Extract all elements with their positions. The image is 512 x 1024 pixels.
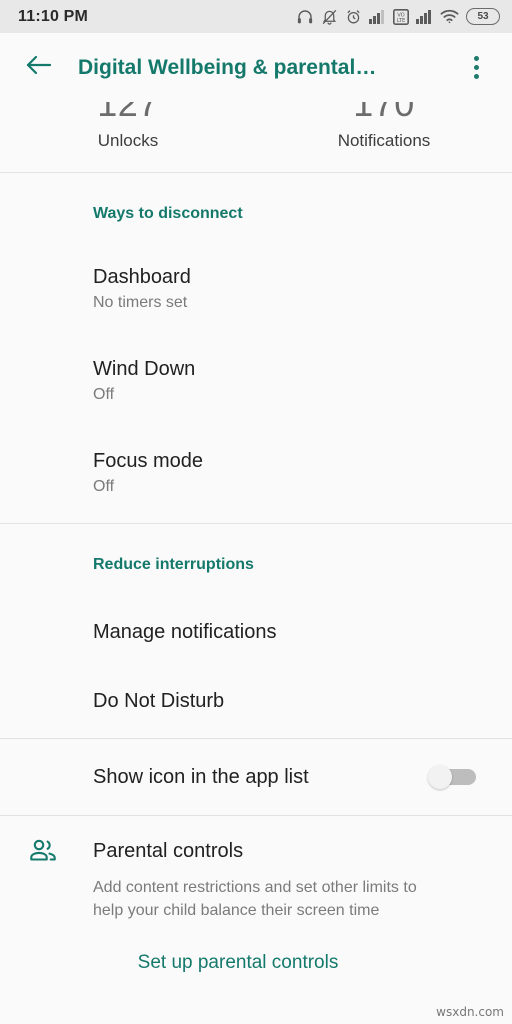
people-group-icon	[28, 838, 64, 864]
overflow-menu-icon[interactable]	[456, 46, 496, 90]
stat-value: 127	[97, 102, 159, 124]
list-item-manage-notifications[interactable]: Manage notifications	[0, 574, 512, 644]
app-bar: Digital Wellbeing & parental…	[0, 33, 512, 102]
list-item-subtitle: Off	[93, 386, 115, 403]
signal-bars-icon	[369, 9, 386, 24]
set-up-parental-controls-button[interactable]: Set up parental controls	[0, 922, 476, 974]
section-header-reduce-interruptions: Reduce interruptions	[93, 556, 254, 573]
list-item-do-not-disturb[interactable]: Do Not Disturb	[0, 644, 512, 738]
usage-stats-strip: 127 Unlocks 170 Notifications	[0, 102, 512, 172]
list-item-wind-down[interactable]: Wind Down Off	[0, 313, 512, 405]
bell-muted-icon	[321, 8, 338, 26]
watermark: wsxdn.com	[436, 1005, 504, 1019]
section-reduce-interruptions: Reduce interruptions Manage notification…	[0, 524, 512, 738]
section-header-ways-to-disconnect: Ways to disconnect	[93, 205, 243, 222]
stat-label: Unlocks	[97, 131, 159, 150]
wifi-icon	[440, 9, 459, 24]
show-icon-label: Show icon in the app list	[93, 765, 309, 788]
phone-screen: 11:10 PM VO LTE 53 Digital Wellbeing & p…	[0, 0, 512, 1024]
stat-unlocks[interactable]: 127 Unlocks	[0, 102, 256, 172]
section-ways-to-disconnect: Ways to disconnect Dashboard No timers s…	[0, 173, 512, 523]
signal-bars-icon	[416, 9, 433, 24]
alarm-clock-icon	[345, 8, 362, 26]
list-item-subtitle: No timers set	[93, 294, 188, 311]
parental-controls-title: Parental controls	[93, 839, 244, 862]
back-button[interactable]	[16, 46, 60, 90]
parental-controls-header: Parental controls	[0, 838, 476, 864]
toggle-knob	[428, 765, 452, 789]
battery-icon: 53	[466, 8, 500, 25]
list-item-dashboard[interactable]: Dashboard No timers set	[0, 223, 512, 313]
list-item-title: Manage notifications	[93, 621, 277, 643]
page-title: Digital Wellbeing & parental…	[78, 55, 377, 79]
stat-notifications[interactable]: 170 Notifications	[256, 102, 512, 172]
battery-level-label: 53	[477, 10, 489, 22]
row-show-icon-in-app-list[interactable]: Show icon in the app list	[0, 739, 512, 815]
status-bar-icons: VO LTE 53	[296, 8, 500, 26]
status-bar-clock: 11:10 PM	[18, 7, 89, 25]
stat-value: 170	[353, 102, 415, 124]
back-arrow-icon	[25, 54, 52, 81]
parental-controls-description: Add content restrictions and set other l…	[93, 879, 417, 919]
section-parental-controls: Parental controls Add content restrictio…	[0, 816, 512, 974]
list-item-title: Do Not Disturb	[93, 690, 225, 712]
list-item-title: Wind Down	[93, 358, 196, 380]
status-bar: 11:10 PM VO LTE 53	[0, 0, 512, 33]
list-item-title: Dashboard	[93, 266, 191, 288]
show-icon-toggle[interactable]	[428, 765, 476, 789]
stat-label: Notifications	[337, 131, 431, 150]
svg-text:LTE: LTE	[397, 18, 406, 24]
volte-icon: VO LTE	[393, 8, 409, 25]
list-item-title: Focus mode	[93, 450, 204, 472]
list-item-focus-mode[interactable]: Focus mode Off	[0, 405, 512, 523]
list-item-subtitle: Off	[93, 478, 115, 495]
headphones-icon	[296, 8, 314, 26]
